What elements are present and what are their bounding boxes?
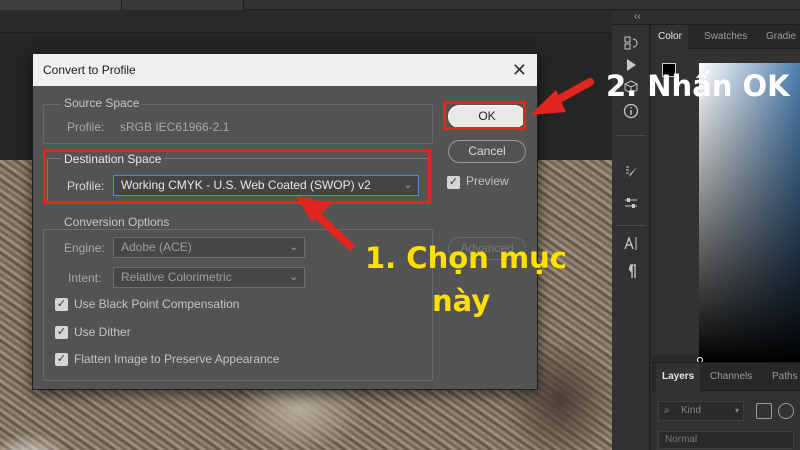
layers-panel: Layers Channels Paths ⌕ Kind ▾ Normal: [652, 362, 800, 450]
intent-select[interactable]: Relative Colorimetric ⌄: [113, 267, 305, 288]
dither-checkbox[interactable]: ✓: [55, 326, 68, 339]
preview-checkbox[interactable]: ✓: [447, 176, 460, 189]
tab-swatches[interactable]: Swatches: [698, 25, 753, 49]
tab-channels[interactable]: Channels: [704, 363, 758, 391]
kind-label: Kind: [681, 405, 702, 416]
source-profile-label: Profile:: [67, 120, 105, 134]
document-tab[interactable]: [122, 0, 244, 10]
intent-label: Intent:: [68, 271, 102, 285]
chevron-down-icon: ⌄: [289, 242, 298, 253]
strip-divider: [616, 135, 646, 136]
document-tab[interactable]: [0, 0, 122, 10]
ok-highlight-box: [443, 101, 526, 130]
color-picker-field[interactable]: [699, 63, 800, 363]
intent-value: Relative Colorimetric: [121, 270, 232, 284]
document-tab-bar: [0, 0, 800, 10]
engine-value: Adobe (ACE): [121, 240, 192, 254]
blend-mode-select[interactable]: Normal: [658, 431, 794, 449]
adjustments-sliders-icon[interactable]: [618, 195, 644, 217]
search-icon: ⌕: [664, 405, 670, 416]
source-profile-value: sRGB IEC61966-2.1: [120, 120, 230, 134]
flatten-label: Flatten Image to Preserve Appearance: [74, 352, 280, 366]
dialog-titlebar: Convert to Profile ✕: [33, 54, 537, 86]
chevron-down-icon: ▾: [734, 406, 739, 415]
tab-layers[interactable]: Layers: [656, 363, 701, 391]
step1-annotation-line2: này: [432, 284, 491, 318]
info-icon[interactable]: [618, 103, 644, 125]
adjustment-filter-icon[interactable]: [778, 403, 794, 419]
layers-panel-tabs: Layers Channels Paths: [652, 363, 800, 391]
engine-select[interactable]: Adobe (ACE) ⌄: [113, 237, 305, 258]
source-space-title: Source Space: [61, 96, 143, 110]
black-point-label: Use Black Point Compensation: [74, 297, 240, 311]
dialog-title: Convert to Profile: [43, 63, 136, 77]
canvas-top-strip: [0, 11, 612, 33]
destination-highlight-box: [43, 149, 431, 204]
close-icon[interactable]: ✕: [512, 54, 527, 86]
tab-gradients[interactable]: Gradie: [760, 25, 800, 49]
color-panel-tabs: Color Swatches Gradie: [652, 25, 800, 49]
character-icon[interactable]: [618, 235, 644, 257]
flatten-checkbox[interactable]: ✓: [55, 353, 68, 366]
paragraph-icon[interactable]: [618, 263, 644, 285]
image-filter-icon[interactable]: [756, 403, 772, 419]
layer-filter-kind-select[interactable]: ⌕ Kind ▾: [658, 401, 744, 421]
step2-annotation: 2. Nhấn OK: [606, 69, 790, 103]
conversion-options-title: Conversion Options: [61, 215, 173, 229]
brush-presets-icon[interactable]: [618, 165, 644, 187]
chevron-down-icon: ⌄: [289, 272, 298, 283]
tab-paths[interactable]: Paths: [766, 363, 800, 391]
step1-annotation-line1: 1. Chọn mục: [365, 241, 567, 275]
strip-divider: [616, 225, 646, 226]
tab-color[interactable]: Color: [652, 25, 688, 49]
engine-label: Engine:: [64, 241, 105, 255]
panel-collapse-bar: ‹‹: [612, 11, 800, 25]
collapse-panels-icon[interactable]: ‹‹: [634, 11, 641, 22]
dither-label: Use Dither: [74, 325, 131, 339]
history-icon[interactable]: [618, 35, 644, 57]
black-point-checkbox[interactable]: ✓: [55, 298, 68, 311]
cancel-button[interactable]: Cancel: [448, 140, 526, 163]
preview-label: Preview: [466, 174, 509, 188]
